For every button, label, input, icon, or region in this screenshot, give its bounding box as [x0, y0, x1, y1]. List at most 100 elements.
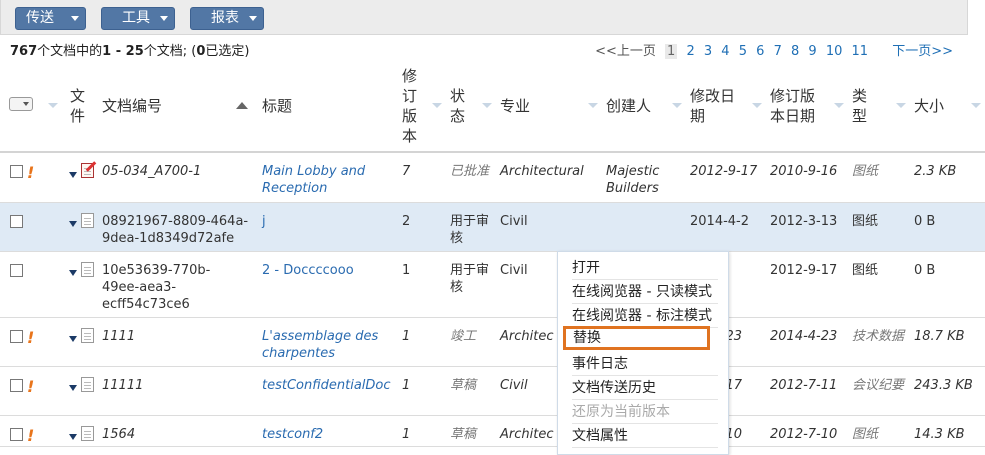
status-cell: 用于审核 — [446, 251, 496, 318]
page-link[interactable]: 4 — [721, 44, 729, 59]
transmit-label: 传送 — [26, 10, 54, 26]
table-row[interactable]: 08921967-8809-464a-9dea-1d8349d72afe j 2… — [0, 202, 985, 252]
menu-item-event-log[interactable]: 事件日志 — [572, 352, 718, 376]
menu-item-viewer-markup[interactable]: 在线阅览器 - 标注模式 — [572, 304, 718, 328]
row-menu-caret-icon[interactable] — [69, 270, 77, 276]
page-link[interactable]: 2 — [686, 44, 694, 59]
menu-item-open[interactable]: 打开 — [572, 256, 718, 280]
table-row[interactable]: ! 05-034_A700-1 Main Lobby and Reception… — [0, 152, 985, 203]
row-menu-caret-icon[interactable] — [69, 385, 77, 391]
page-link[interactable]: 3 — [704, 44, 712, 59]
page-link[interactable]: 7 — [774, 44, 782, 59]
chevron-down-icon — [834, 103, 844, 108]
row-menu-caret-icon[interactable] — [69, 434, 77, 440]
reports-button[interactable]: 报表 — [190, 7, 264, 30]
status-cell: 草稿 — [446, 366, 496, 416]
row-menu-caret-icon[interactable] — [69, 171, 77, 178]
title-link[interactable]: Main Lobby and Reception — [258, 152, 398, 203]
tools-button[interactable]: 工具 — [101, 7, 175, 30]
menu-item-viewer-readonly[interactable]: 在线阅览器 - 只读模式 — [572, 280, 718, 304]
page-link[interactable]: 11 — [852, 44, 869, 59]
col-status[interactable]: 状态 — [446, 60, 496, 153]
total-count: 767 — [10, 44, 38, 59]
col-size-label: 大小 — [914, 96, 945, 115]
type-cell: 技术数据 — [848, 317, 910, 367]
next-page-link[interactable]: 下一页>> — [892, 44, 953, 59]
status-cell: 竣工 — [446, 317, 496, 367]
menu-item-transmittal-history[interactable]: 文档传送历史 — [572, 376, 718, 400]
modified-cell: 2014-4-2 — [686, 202, 766, 252]
title-link[interactable]: L'assemblage des charpentes — [258, 317, 398, 367]
table-row[interactable]: ! 1111 L'assemblage des charpentes 1 竣工 … — [0, 317, 985, 367]
rev-cell: 1 — [398, 251, 446, 318]
title-link[interactable]: testConfidentialDoc — [258, 366, 398, 416]
col-creator[interactable]: 创建人 — [602, 60, 686, 153]
select-all-dropdown[interactable] — [9, 96, 33, 111]
type-cell: 图纸 — [848, 152, 910, 203]
doc-icon — [81, 327, 94, 343]
col-discipline[interactable]: 专业 — [496, 60, 602, 153]
col-title[interactable]: 标题 — [258, 60, 398, 153]
row-checkbox[interactable] — [10, 214, 23, 228]
row-file-cell — [62, 366, 98, 416]
row-checkbox[interactable] — [10, 165, 23, 178]
page-link[interactable]: 9 — [808, 44, 816, 59]
page-link[interactable]: 6 — [756, 44, 764, 59]
table-row[interactable]: ! 1564 testconf2 1 草稿 Architec 7-10 2012… — [0, 415, 985, 447]
col-creator-label: 创建人 — [606, 96, 652, 115]
prev-page-link[interactable]: <<上一页 — [595, 44, 656, 59]
row-select-cell: ! — [0, 415, 62, 447]
row-checkbox[interactable] — [10, 378, 23, 392]
docnum-cell: 08921967-8809-464a-9dea-1d8349d72afe — [98, 202, 258, 252]
docnum-cell: 10e53639-770b-49ee-aea3-ecff54c73ce6 — [98, 251, 258, 318]
rev-cell: 1 — [398, 366, 446, 416]
title-link[interactable]: testconf2 — [258, 415, 398, 447]
rev-cell: 1 — [398, 415, 446, 447]
row-menu-caret-icon[interactable] — [69, 336, 77, 342]
title-link[interactable]: j — [258, 202, 398, 252]
chevron-down-icon — [971, 103, 981, 108]
table-row[interactable]: ! 11111 testConfidentialDoc 1 草稿 Civil 9… — [0, 366, 985, 416]
col-revdate[interactable]: 修订版本日期 — [766, 60, 848, 153]
row-menu-caret-icon[interactable] — [69, 221, 77, 227]
col-status-label: 状态 — [450, 86, 466, 125]
size-cell: 14.3 KB — [910, 415, 985, 447]
title-link[interactable]: 2 - Doccccooo — [258, 251, 398, 318]
rev-cell: 1 — [398, 317, 446, 367]
transmit-button[interactable]: 传送 — [15, 7, 86, 30]
col-type[interactable]: 类型 — [848, 60, 910, 153]
type-cell: 图纸 — [848, 251, 910, 318]
status-cell: 草稿 — [446, 415, 496, 447]
row-checkbox[interactable] — [10, 263, 23, 277]
menu-item-replace[interactable]: 替换 — [563, 326, 710, 350]
creator-cell: Majestic Builders — [602, 152, 686, 203]
row-file-cell — [62, 317, 98, 367]
menu-item-revert-version: 还原为当前版本 — [572, 400, 718, 424]
type-cell: 图纸 — [848, 202, 910, 252]
rev-cell: 2 — [398, 202, 446, 252]
row-select-cell — [0, 251, 62, 318]
revdate-cell: 2012-9-17 — [766, 251, 848, 318]
col-title-label: 标题 — [262, 96, 293, 115]
type-cell: 图纸 — [848, 415, 910, 447]
col-docnum[interactable]: 文档编号 — [98, 60, 258, 153]
col-modified[interactable]: 修改日期 — [686, 60, 766, 153]
doc-icon — [81, 261, 94, 277]
row-file-cell — [62, 415, 98, 447]
page-link[interactable]: 5 — [739, 44, 747, 59]
tools-label: 工具 — [122, 10, 150, 26]
row-checkbox[interactable] — [10, 427, 23, 441]
select-all-header[interactable] — [0, 60, 62, 153]
row-checkbox[interactable] — [10, 329, 23, 343]
col-size[interactable]: 大小 — [910, 60, 985, 153]
col-file[interactable]: 文件 — [62, 60, 98, 153]
table-row[interactable]: 10e53639-770b-49ee-aea3-ecff54c73ce6 2 -… — [0, 251, 985, 318]
doc-icon — [81, 376, 94, 392]
revdate-cell: 2010-9-16 — [766, 152, 848, 203]
size-cell: 0 B — [910, 251, 985, 318]
page-link[interactable]: 10 — [826, 44, 843, 59]
menu-item-properties[interactable]: 文档属性 — [572, 424, 718, 448]
col-rev[interactable]: 修订版本 — [398, 60, 446, 153]
row-select-cell: ! — [0, 366, 62, 416]
page-link[interactable]: 8 — [791, 44, 799, 59]
